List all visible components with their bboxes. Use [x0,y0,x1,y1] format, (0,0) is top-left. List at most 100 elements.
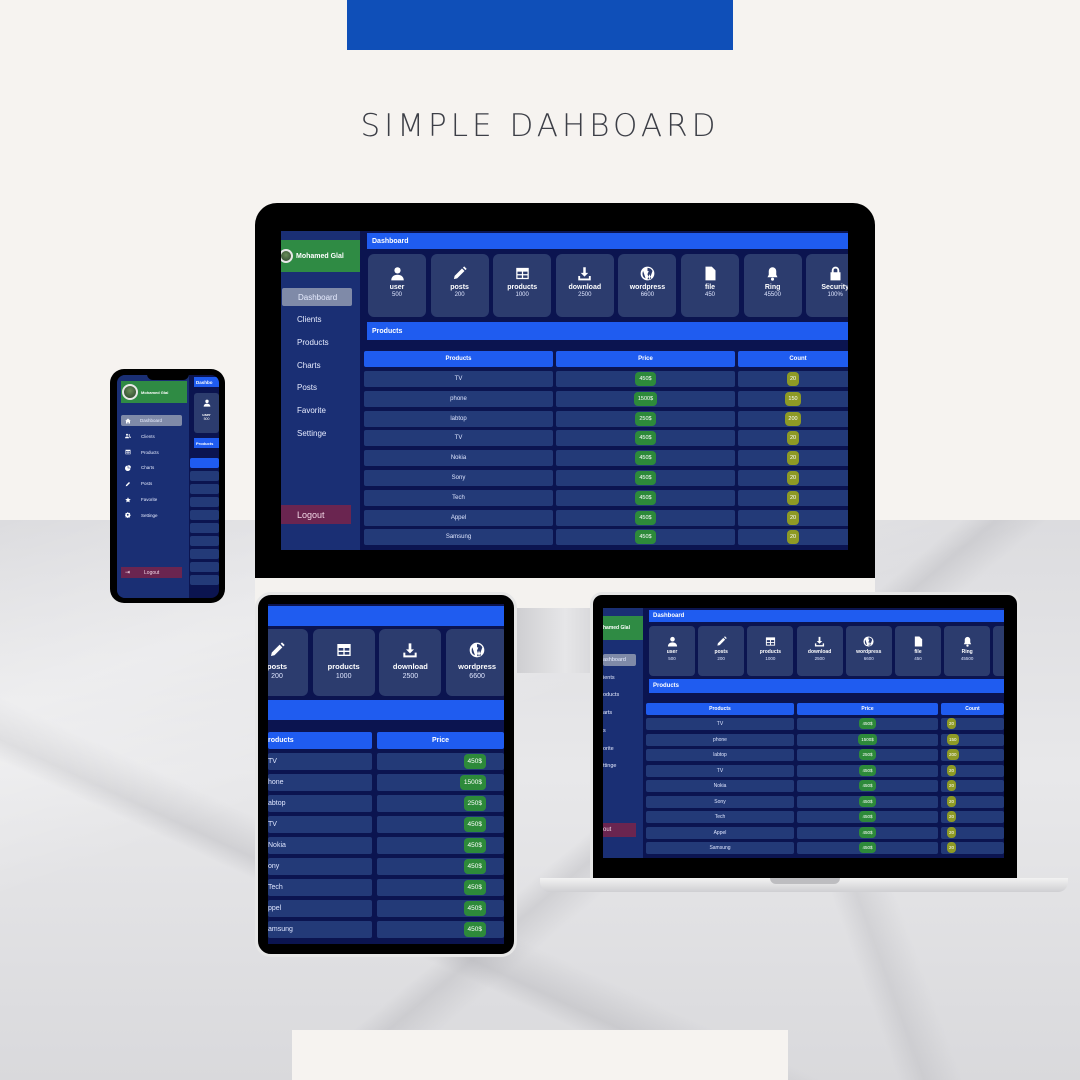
tablet-posts-stat-card[interactable]: posts 200 [268,629,308,696]
wordpress-stat-card[interactable]: wordpress 6600 [618,254,677,317]
laptop-product-name: Samsung [709,845,731,851]
products-stat-card[interactable]: products 1000 [493,254,552,317]
laptop-user-stat-card[interactable]: user 500 [649,626,695,676]
laptop-cell-count: 20 [941,795,1004,808]
laptop-header-price[interactable]: Price [797,703,938,715]
file-stat-card[interactable]: file 450 [681,254,739,317]
phone-sidebar-item-posts[interactable]: Posts [121,478,182,489]
laptop-cell-price: 450$ [797,780,938,792]
count-badge: 20 [786,510,800,525]
download-stat-card[interactable]: download 2500 [555,254,614,317]
ring-stat-card[interactable]: Ring 45500 [743,254,802,317]
laptop-notch [770,878,840,884]
laptop-sidebar-item[interactable]: orite [603,743,643,755]
laptop-cell-count: 20 [941,764,1004,777]
laptop-cell-price: 450$ [797,826,938,839]
laptop-sidebar-item[interactable]: oducts [603,689,643,701]
tablet-price-badge: 450$ [463,817,486,832]
table-cell-product: Samsung [364,529,553,546]
table-cell-product: labtop [364,410,553,427]
laptop-sidebar-item[interactable]: ients [603,672,643,684]
laptop-cell-product: Nokia [646,780,794,792]
laptop-wordpress-stat-card[interactable]: wordpress 6600 [845,626,892,676]
tablet-price-badge: 450$ [463,901,486,916]
sidebar-item-settinge[interactable]: Settinge [281,424,360,442]
laptop-cell-count: 150 [941,733,1004,746]
table-cell-product: Nokia [364,450,553,467]
laptop-user-profile[interactable]: hamed Glal [603,616,643,640]
logout-button[interactable]: Logout [281,505,351,524]
tablet-cell-product: TV [268,816,372,833]
laptop-cell-count: 20 [941,780,1004,792]
phone-sidebar-item-clients[interactable]: Clients [121,431,182,442]
product-name: TV [454,435,463,442]
phone-sidebar-item-dashboard[interactable]: Dashboard [121,415,182,426]
tablet-dashboard-header [268,606,504,626]
laptop-sidebar-item[interactable]: ttinge [603,760,643,772]
sidebar-item-favorite[interactable]: Favorite [281,402,360,420]
phone-products-label: Products [196,440,214,446]
table-header-label: Count [789,356,807,362]
table-cell-product: TV [364,430,553,447]
sidebar-item-products[interactable]: Products [281,333,360,351]
laptop-cell-count: 20 [941,842,1004,854]
phone-sidebar-label: Charts [141,465,155,471]
laptop-sidebar-item[interactable]: arts [603,707,643,719]
laptop-sidebar-item[interactable]: ashboard [603,654,636,666]
phone-sidebar-item-settinge[interactable]: Settinge [121,510,182,521]
phone-sidebar-item-charts[interactable]: Charts [121,462,182,473]
tablet-card-value: 1000 [335,673,352,680]
laptop-security-stat-card[interactable] [993,626,1004,676]
laptop-cell-price: 250$ [797,749,938,761]
tablet-price-badge: 250$ [463,796,486,811]
table-header-price[interactable]: Price [556,351,735,367]
laptop-logout-button[interactable]: out [603,823,636,837]
phone-sidebar-item-favorite[interactable]: Favorite [121,494,182,505]
tablet-header-products[interactable]: roducts [268,732,372,749]
phone-user-profile[interactable]: Mohamed Glal [121,381,187,403]
sidebar-item-clients[interactable]: Clients [281,311,360,329]
laptop-card-label: products [759,649,782,655]
tablet-wordpress-stat-card[interactable]: wordpress 6600 [446,629,504,696]
price-badge: 450$ [635,431,656,446]
laptop-price-badge: 450$ [859,780,876,791]
laptop-card-value: 500 [668,656,676,661]
security-stat-card[interactable]: Security 100% [806,254,848,317]
table-header-products[interactable]: Products [364,351,553,367]
phone-table-row [190,562,219,572]
phone-user-card[interactable]: user 500 [194,393,219,433]
sidebar-item-dashboard[interactable]: Dashboard [282,288,352,306]
user-profile[interactable]: Mohamed Glal [281,240,360,272]
tablet-cell-price: 450$ [377,879,504,896]
stat-card-value: 100% [827,292,843,298]
table-cell-price: 1500$ [556,390,735,407]
phone-logout-button[interactable]: ⇥ Logout [121,567,182,578]
tablet-header-price[interactable]: Price [377,732,504,749]
tablet-cell-product: TV [268,753,372,770]
tablet-download-stat-card[interactable]: download 2500 [379,629,442,696]
laptop-download-stat-card[interactable]: download 2500 [796,626,843,676]
tablet-cell-product: ppel [268,900,372,917]
posts-stat-card[interactable]: posts 200 [430,254,489,317]
laptop-header-products[interactable]: Products [646,703,794,715]
table-cell-product: TV [364,371,553,387]
laptop-sidebar-item[interactable]: s [603,725,643,737]
count-badge: 150 [785,391,801,406]
laptop-count-badge: 200 [947,749,959,760]
laptop-header-count[interactable]: Count [941,703,1004,715]
laptop-products-label: Products [653,683,680,689]
laptop-products-stat-card[interactable]: products 1000 [747,626,794,676]
laptop-ring-stat-card[interactable]: Ring 45500 [944,626,991,676]
laptop-card-value: 200 [717,656,725,661]
table-header-count[interactable]: Count [738,351,848,367]
sidebar-item-posts[interactable]: Posts [281,379,360,397]
tablet-price-badge: 1500$ [459,775,486,790]
phone-sidebar-item-products[interactable]: Products [121,447,182,458]
sidebar-item-charts[interactable]: Charts [281,356,360,374]
laptop-cell-product: labtop [646,749,794,761]
laptop-posts-stat-card[interactable]: posts 200 [698,626,745,676]
user-stat-card[interactable]: user 500 [368,254,426,317]
tablet-products-stat-card[interactable]: products 1000 [312,629,375,696]
laptop-cell-price: 450$ [797,718,938,730]
laptop-file-stat-card[interactable]: file 450 [895,626,941,676]
